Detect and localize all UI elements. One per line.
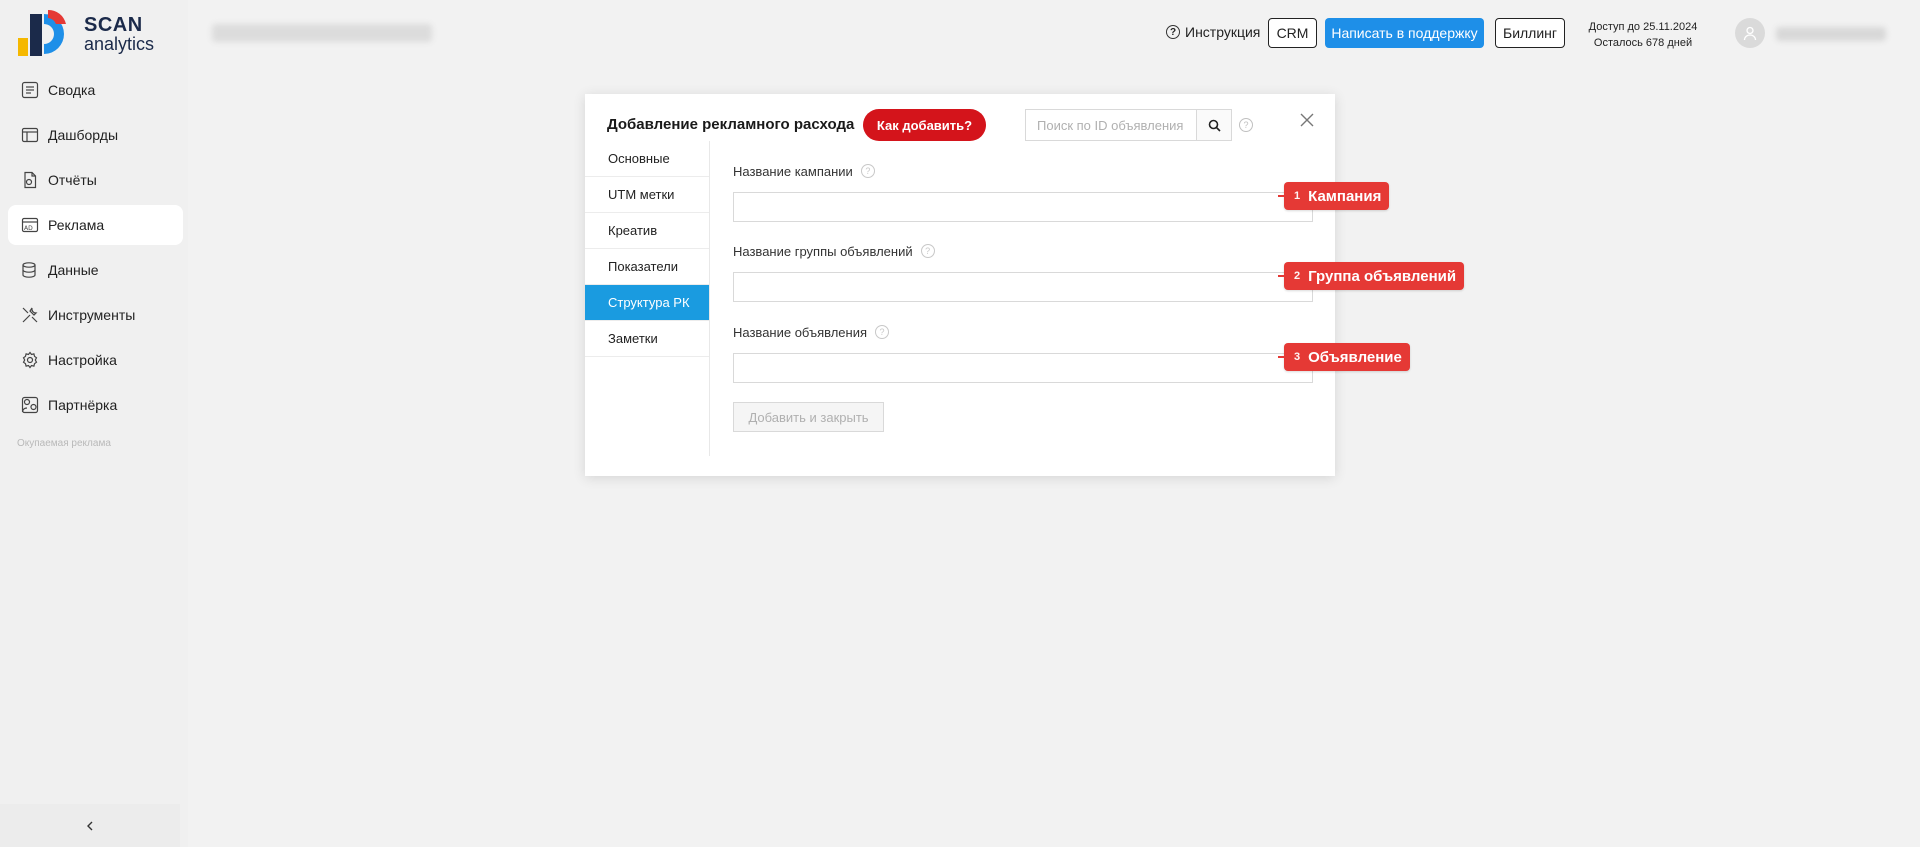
sidebar-item-label: Инструменты: [48, 307, 136, 323]
ad-group-name-field: Название группы объявлений ?: [733, 242, 1313, 302]
logo[interactable]: SCAN analytics: [18, 10, 158, 56]
ad-name-field: Название объявления ?: [733, 323, 1313, 383]
field-label: Название группы объявлений ?: [733, 242, 1313, 260]
sidebar-item-data[interactable]: Данные: [8, 250, 183, 290]
blurred-username: [1776, 27, 1886, 41]
search-button[interactable]: [1196, 109, 1232, 141]
database-icon: [20, 260, 40, 280]
svg-text:AD: AD: [24, 225, 33, 232]
tab-notes[interactable]: Заметки: [585, 321, 709, 357]
question-icon: ?: [1166, 25, 1180, 39]
field-label: Название кампании ?: [733, 162, 1313, 180]
instruction-label: Инструкция: [1185, 24, 1261, 40]
annotation-text: Объявление: [1308, 348, 1402, 366]
help-icon[interactable]: ?: [875, 325, 890, 339]
summary-icon: [20, 80, 40, 100]
ad-group-name-label: Название группы объявлений: [733, 243, 913, 259]
sidebar-item-label: Реклама: [48, 217, 105, 233]
sidebar-item-reports[interactable]: Отчёты: [8, 160, 183, 200]
sidebar-item-label: Дашборды: [48, 127, 118, 143]
avatar[interactable]: [1735, 18, 1765, 48]
sidebar-item-settings[interactable]: Настройка: [8, 340, 183, 380]
modal-title: Добавление рекламного расхода: [607, 116, 855, 133]
annotation-tag-ad-group: 2 Группа объявлений: [1277, 262, 1465, 290]
add-and-close-button[interactable]: Добавить и закрыть: [733, 402, 884, 432]
ad-id-search-input[interactable]: [1025, 109, 1197, 141]
tab-metrics[interactable]: Показатели: [585, 249, 709, 285]
tab-general[interactable]: Основные: [585, 141, 709, 177]
ad-name-input[interactable]: [733, 353, 1313, 383]
support-button[interactable]: Написать в поддержку: [1325, 18, 1484, 48]
tab-campaign-structure[interactable]: Структура РК: [585, 285, 709, 321]
billing-button[interactable]: Биллинг: [1495, 18, 1565, 48]
search-icon: [1208, 119, 1221, 132]
tools-icon: [20, 305, 40, 325]
help-icon[interactable]: ?: [1239, 118, 1253, 132]
annotation-number: 3: [1294, 351, 1301, 363]
sidebar-item-label: Данные: [48, 262, 99, 278]
tab-utm[interactable]: UTM метки: [585, 177, 709, 213]
collapse-sidebar-button[interactable]: [0, 804, 180, 847]
instruction-link[interactable]: ? Инструкция: [1166, 24, 1260, 40]
ad-group-name-input[interactable]: [733, 272, 1313, 302]
sidebar-item-label: Сводка: [48, 82, 96, 98]
help-icon[interactable]: ?: [860, 164, 875, 178]
sidebar-item-label: Настройка: [48, 352, 117, 368]
how-to-add-button[interactable]: Как добавить?: [863, 109, 986, 141]
field-label: Название объявления ?: [733, 323, 1313, 341]
annotation-tag-ad: 3 Объявление: [1278, 343, 1410, 371]
settings-icon: [20, 350, 40, 370]
campaign-name-field: Название кампании ?: [733, 162, 1313, 222]
days-left: Осталось 678 дней: [1593, 37, 1693, 49]
sidebar-item-summary[interactable]: Сводка: [8, 70, 183, 110]
chevron-left-icon: [87, 821, 93, 830]
access-until: Доступ до 25.11.2024: [1588, 21, 1698, 33]
campaign-name-label: Название кампании: [733, 163, 853, 179]
reports-icon: [20, 170, 40, 190]
sidebar-item-partner[interactable]: Партнёрка: [8, 385, 183, 425]
close-icon: [1300, 113, 1314, 127]
dashboard-icon: [20, 125, 40, 145]
logo-mark-icon: [18, 10, 66, 56]
annotation-number: 2: [1294, 270, 1301, 282]
tab-creative[interactable]: Креатив: [585, 213, 709, 249]
user-icon: [1743, 26, 1757, 41]
sidebar-item-dashboards[interactable]: Дашборды: [8, 115, 183, 155]
main-nav: Сводка Дашборды Отчёты AD Реклама Данные: [8, 70, 183, 430]
sidebar-item-label: Отчёты: [48, 172, 97, 188]
annotation-text: Группа объявлений: [1308, 267, 1457, 285]
sidebar-item-tools[interactable]: Инструменты: [8, 295, 183, 335]
access-info: Доступ до 25.11.2024 Осталось 678 дней: [1588, 19, 1698, 51]
annotation-text: Кампания: [1308, 187, 1382, 205]
annotation-number: 1: [1294, 190, 1301, 202]
modal-tabs: Основные UTM метки Креатив Показатели Ст…: [585, 141, 710, 456]
ad-name-label: Название объявления: [733, 324, 868, 340]
partner-icon: [20, 395, 40, 415]
annotation-tag-campaign: 1 Кампания: [1277, 182, 1390, 210]
close-modal-button[interactable]: [1297, 110, 1317, 130]
sidebar: SCAN analytics Сводка Дашборды Отчёты AD: [0, 0, 188, 847]
add-ad-expense-modal: Добавление рекламного расхода Как добави…: [585, 94, 1335, 476]
campaign-name-input[interactable]: [733, 192, 1313, 222]
sidebar-footer-text: Окупаемая реклама: [17, 438, 111, 449]
help-icon[interactable]: ?: [920, 244, 935, 258]
brand-subtitle: analytics: [84, 34, 155, 54]
sidebar-item-ads[interactable]: AD Реклама: [8, 205, 183, 245]
blurred-breadcrumb: [212, 24, 432, 42]
sidebar-item-label: Партнёрка: [48, 397, 118, 413]
crm-button[interactable]: CRM: [1268, 18, 1317, 48]
ads-icon: AD: [20, 215, 40, 235]
